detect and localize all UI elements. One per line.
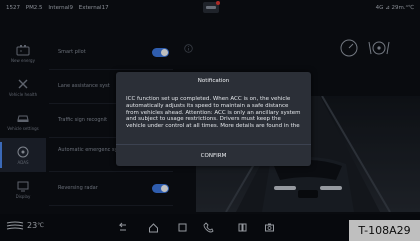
dialog-message[interactable]: ICC function set up completed. When ACC … (126, 96, 301, 137)
dialog-title: Notification (197, 78, 230, 84)
confirm-button[interactable]: CONFIRM (116, 145, 311, 166)
notification-dialog: Notification ICC function set up complet… (116, 72, 311, 166)
